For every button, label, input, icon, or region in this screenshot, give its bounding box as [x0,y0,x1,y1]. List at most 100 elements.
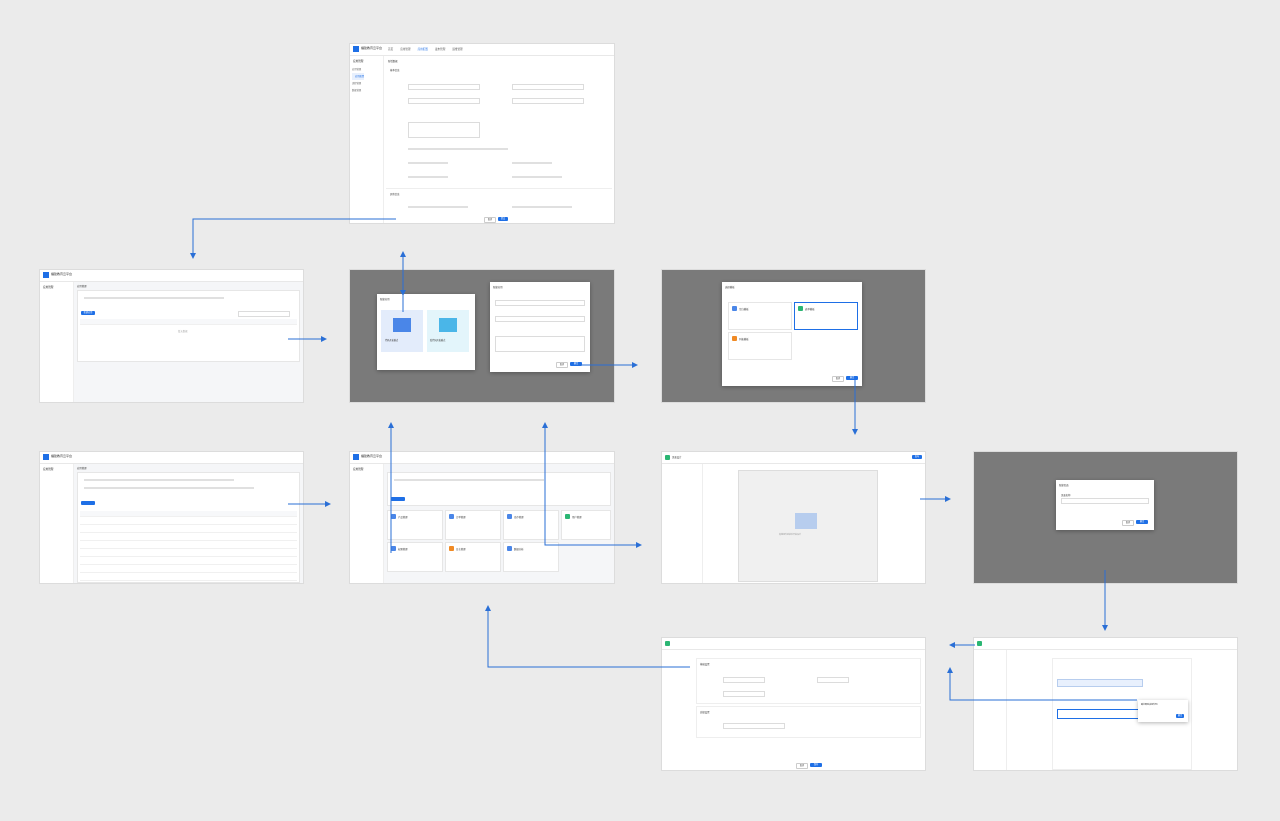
setting-input[interactable] [723,723,785,729]
radio-group[interactable] [512,176,562,178]
radio-group[interactable] [512,162,552,164]
option-label: 代码开发模式 [385,339,399,342]
cancel-button[interactable]: 取消 [484,217,496,223]
template-card-selected[interactable]: 表单模板 [794,302,858,330]
textarea[interactable] [408,122,480,138]
cancel-button[interactable]: 取消 [832,376,844,382]
text-input[interactable] [495,316,585,322]
template-name: 列表模板 [739,338,749,341]
sidebar-item[interactable]: 流程管理 [352,80,364,87]
app-card[interactable]: 数据分析 [503,542,559,572]
app-card[interactable]: 产品管理 [387,510,443,540]
app-icon [449,546,454,551]
radio-group[interactable] [408,162,448,164]
setting-input[interactable] [723,691,765,697]
search-input[interactable] [238,311,290,317]
sidebar-item[interactable]: 应用管理 [352,66,364,73]
filter-tabs[interactable] [84,479,234,481]
nav-item-active[interactable]: 应用配置 [418,48,428,51]
top-bar: 福建教育云平台 首页 应用管理 应用配置 发布管理 运维管理 [350,44,614,56]
app-card[interactable]: 库存管理 [503,510,559,540]
mode-modal: 新建应用 代码开发模式 低代码开发模式 [377,294,475,370]
cancel-button[interactable]: 取消 [1122,520,1134,526]
new-page-modal: 新建页面 页面名称 取消 确定 [1056,480,1154,530]
text-input[interactable] [512,84,584,90]
app-card[interactable]: 用户管理 [561,510,611,540]
table-row[interactable] [80,575,297,581]
list-card: 新建应用 暂无数据 [77,290,300,362]
field[interactable] [408,206,468,208]
text-input[interactable] [512,98,584,104]
confirm-button[interactable]: 确定 [1136,520,1148,524]
app-card[interactable]: 日志管理 [445,542,501,572]
nav-item[interactable]: 应用管理 [400,48,410,51]
new-app-button[interactable] [81,501,95,505]
sidebar: 应用管理 [40,282,74,402]
design-canvas[interactable]: 拖拽组件到此处开始设计 [738,470,878,582]
field[interactable] [512,206,572,208]
nav-item[interactable]: 首页 [388,48,393,51]
section-title: 高级设置 [700,711,710,714]
table-row[interactable] [80,567,297,573]
cancel-button[interactable]: 取消 [556,362,568,368]
submit-button[interactable]: 提交 [498,217,508,221]
ok-button[interactable]: 确定 [1176,714,1184,718]
radio-group[interactable] [408,148,508,150]
screen-create-form: 福建教育云平台 首页 应用管理 应用配置 发布管理 运维管理 应用管理 应用管理 应用配… [350,44,614,223]
app-card[interactable]: 权限管理 [387,542,443,572]
text-input[interactable] [408,98,480,104]
template-name: 表单模板 [805,308,815,311]
table-row[interactable] [80,559,297,565]
table-header [80,511,297,517]
lowcode-mode-option[interactable]: 低代码开发模式 [427,310,469,352]
table-row[interactable] [80,543,297,549]
radio-group[interactable] [408,176,448,178]
filter-tabs[interactable] [394,479,544,481]
form-content: 新增数据 基本信息 其他信息 取消 提交 [384,56,614,223]
filter-tabs[interactable] [84,487,254,489]
sidebar-item-active[interactable]: 应用配置 [352,73,365,80]
nav-item[interactable]: 发布管理 [435,48,445,51]
section-title: 基本信息 [390,69,400,72]
code-mode-option[interactable]: 代码开发模式 [381,310,423,352]
page-title: 应用管理 [77,467,87,470]
confirm-popover: 确定删除该组件吗? 确定 [1138,700,1188,722]
text-input[interactable] [495,300,585,306]
selected-component[interactable] [1057,679,1143,687]
new-app-button[interactable]: 新建应用 [81,311,95,315]
confirm-button[interactable]: 确定 [846,376,858,380]
confirm-button[interactable]: 确定 [570,362,582,366]
app-icon [507,546,512,551]
filter-tabs[interactable] [84,297,224,299]
save-button[interactable]: 保存 [810,763,822,767]
cards-content: 产品管理 订单管理 库存管理 用户管理 权限管理 日志管理 数据分析 [384,464,614,583]
setting-input[interactable] [723,677,765,683]
table-row[interactable] [80,535,297,541]
table-row[interactable] [80,519,297,525]
page-name-input[interactable] [1061,498,1149,504]
setting-input[interactable] [817,677,849,683]
text-input[interactable] [408,84,480,90]
new-app-button[interactable] [391,497,405,501]
publish-button[interactable]: 发布 [912,455,922,459]
option-label: 低代码开发模式 [430,339,446,342]
screen-template-modal: 选择模板 空白模板 表单模板 列表模板 取消 确定 [662,270,925,402]
textarea[interactable] [495,336,585,352]
table-row[interactable] [80,527,297,533]
brand-logo-icon [43,272,49,278]
selected-component[interactable] [1057,709,1143,719]
app-name: 日志管理 [456,548,466,551]
app-name: 数据分析 [514,548,524,551]
nav-item[interactable]: 运维管理 [452,48,462,51]
sidebar-title: 应用管理 [43,468,54,471]
template-card[interactable]: 空白模板 [728,302,792,330]
brand-name: 福建教育云平台 [361,46,383,50]
template-card[interactable]: 列表模板 [728,332,792,360]
modal-title: 新建页面 [1059,484,1069,487]
app-card[interactable]: 订单管理 [445,510,501,540]
designer-logo-icon [977,641,982,646]
sidebar: 应用管理 应用管理 应用配置 流程管理 数据管理 [350,56,384,223]
cancel-button[interactable]: 取消 [796,763,808,769]
table-row[interactable] [80,551,297,557]
sidebar-item[interactable]: 数据管理 [352,87,364,94]
